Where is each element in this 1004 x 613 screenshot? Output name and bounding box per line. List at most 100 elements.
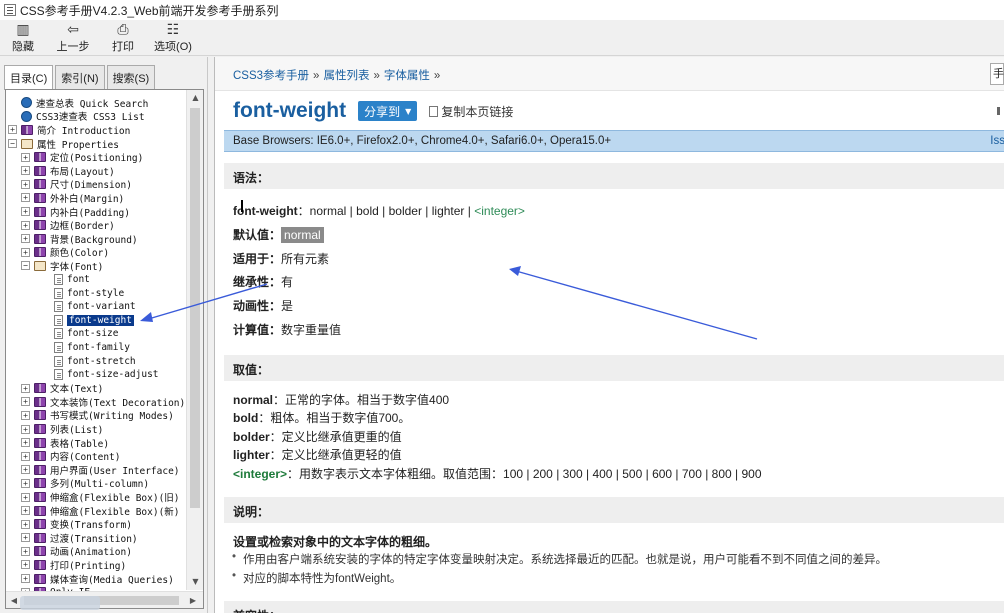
tab-search[interactable]: 搜索(S)	[106, 65, 156, 89]
expand-icon[interactable]: +	[21, 397, 30, 407]
breadcrumb-property-list[interactable]: 属性列表	[323, 70, 369, 82]
book-icon	[34, 519, 46, 530]
scroll-down-icon[interactable]: ▼	[187, 574, 203, 590]
notes-heading: 说明：	[224, 497, 1004, 523]
scroll-right-icon[interactable]: ▶	[185, 592, 201, 608]
tree-item-writing-modes[interactable]: + 书写模式(Writing Modes)	[8, 409, 186, 422]
tree-item-css3-list[interactable]: CSS3速查表 CSS3 List	[8, 110, 186, 123]
book-icon	[21, 124, 33, 135]
tree-item-font-family[interactable]: font-family	[8, 341, 186, 355]
expand-icon[interactable]: +	[21, 519, 30, 529]
expand-icon[interactable]: +	[21, 438, 30, 448]
tree-item-content[interactable]: + 内容(Content)	[8, 449, 186, 463]
expand-icon[interactable]: +	[21, 179, 30, 189]
expand-icon[interactable]: +	[21, 506, 30, 516]
breadcrumb-font-properties[interactable]: 字体属性	[384, 70, 430, 82]
edge-mark	[997, 107, 1000, 115]
tab-index[interactable]: 索引(N)	[55, 65, 105, 89]
tree-item-list[interactable]: + 列表(List)	[8, 422, 186, 436]
options-button[interactable]: ☷ 选项(O)	[154, 20, 192, 55]
expand-icon[interactable]: +	[21, 533, 30, 543]
expand-icon[interactable]: +	[21, 410, 30, 420]
expand-icon[interactable]: +	[21, 560, 30, 570]
expand-icon[interactable]: +	[21, 478, 30, 488]
scroll-thumb[interactable]	[190, 108, 200, 508]
tree-item-transition[interactable]: + 过渡(Transition)	[8, 531, 186, 545]
tree-item-flexbox-new[interactable]: + 伸缩盒(Flexible Box)(新)	[8, 504, 186, 518]
collapse-icon[interactable]: −	[8, 139, 17, 149]
integer-link[interactable]: <integer>	[474, 204, 525, 218]
value-bolder: bolder：定义比继承值更重的值	[233, 430, 402, 444]
tree-item-font[interactable]: font	[8, 273, 186, 287]
tree-item-font-group[interactable]: − 字体(Font)	[8, 259, 186, 273]
text-cursor-icon	[241, 200, 243, 212]
expand-icon[interactable]: +	[21, 383, 30, 393]
tree-item-user-interface[interactable]: + 用户界面(User Interface)	[8, 463, 186, 477]
chevron-down-icon: ▼	[405, 106, 412, 116]
expand-icon[interactable]: +	[21, 207, 30, 217]
hide-button[interactable]: ▥ 隐藏	[4, 20, 42, 55]
tree-item-printing[interactable]: + 打印(Printing)	[8, 558, 186, 572]
tab-contents[interactable]: 目录(C)	[4, 65, 54, 90]
tree-item-border[interactable]: + 边框(Border)	[8, 218, 186, 232]
expand-icon[interactable]: +	[21, 247, 30, 257]
tree-item-intro[interactable]: + 简介 Introduction	[8, 123, 186, 137]
default-value-line: 默认值： normal	[233, 226, 324, 243]
collapse-icon[interactable]: −	[21, 261, 30, 271]
expand-icon[interactable]: +	[21, 424, 30, 434]
tree-item-color[interactable]: + 颜色(Color)	[8, 246, 186, 259]
page-icon	[54, 341, 63, 353]
tree-item-dimension[interactable]: + 尺寸(Dimension)	[8, 178, 186, 191]
tree-item-flexbox-old[interactable]: + 伸缩盒(Flexible Box)(旧)	[8, 490, 186, 504]
tree-item-animation[interactable]: + 动画(Animation)	[8, 545, 186, 558]
issues-link[interactable]: Iss	[990, 135, 1004, 147]
expand-icon[interactable]: +	[21, 451, 30, 461]
expand-icon[interactable]: +	[21, 546, 30, 556]
expand-icon[interactable]: +	[21, 166, 30, 176]
tree-item-quick-search[interactable]: 速查总表 Quick Search	[8, 96, 186, 110]
expand-icon[interactable]: +	[21, 193, 30, 203]
tree-item-font-style[interactable]: font-style	[8, 286, 186, 300]
tree-item-font-stretch[interactable]: font-stretch	[8, 354, 186, 368]
value-integer: <integer>：用数字表示文本字体粗细。取值范围：100 | 200 | 3…	[233, 467, 762, 481]
scroll-up-icon[interactable]: ▲	[187, 90, 203, 106]
tree-item-font-size-adjust[interactable]: font-size-adjust	[8, 368, 186, 382]
tree-item-table[interactable]: + 表格(Table)	[8, 436, 186, 450]
breadcrumb-css3-manual[interactable]: CSS3参考手册	[233, 70, 309, 82]
search-box-edge[interactable]: 手	[990, 63, 1004, 85]
book-icon	[34, 396, 46, 407]
tree-item-text-decoration[interactable]: + 文本装饰(Text Decoration)	[8, 395, 186, 409]
tree-item-positioning[interactable]: + 定位(Positioning)	[8, 150, 186, 164]
expand-icon[interactable]: +	[21, 234, 30, 244]
print-button[interactable]: ⎙ 打印	[104, 20, 142, 55]
tree-item-transform[interactable]: + 变换(Transform)	[8, 517, 186, 531]
expand-icon[interactable]: +	[21, 465, 30, 475]
expand-icon[interactable]: +	[21, 220, 30, 230]
tree-item-padding[interactable]: + 内补白(Padding)	[8, 205, 186, 219]
expand-icon[interactable]: +	[21, 152, 30, 162]
tree-item-media-queries[interactable]: + 媒体查询(Media Queries)	[8, 572, 186, 586]
expand-icon[interactable]: +	[21, 492, 30, 502]
tree-item-layout[interactable]: + 布局(Layout)	[8, 164, 186, 178]
book-icon	[34, 233, 46, 244]
tree-item-font-weight[interactable]: font-weight	[8, 314, 186, 328]
expand-icon[interactable]: +	[8, 125, 17, 135]
browser-support-text: Base Browsers: IE6.0+, Firefox2.0+, Chro…	[233, 135, 612, 147]
tree-item-multi-column[interactable]: + 多列(Multi-column)	[8, 477, 186, 490]
book-icon	[34, 559, 46, 570]
expand-icon[interactable]: +	[21, 574, 30, 584]
tree-item-properties[interactable]: − 属性 Properties	[8, 137, 186, 151]
page-icon	[54, 328, 63, 340]
share-button[interactable]: 分享到 ▼	[358, 101, 418, 121]
tree-item-text[interactable]: + 文本(Text)	[8, 381, 186, 395]
syntax-line: font-weight：normal | bold | bolder | lig…	[233, 204, 525, 218]
back-button[interactable]: ⇦ 上一步	[54, 20, 92, 55]
tree-item-background[interactable]: + 背景(Background)	[8, 232, 186, 246]
hide-label: 隐藏	[12, 40, 34, 53]
tree-list: 速查总表 Quick Search CSS3速查表 CSS3 List + 简介 …	[8, 96, 186, 599]
tree-item-margin[interactable]: + 外补白(Margin)	[8, 191, 186, 205]
tree-vertical-scrollbar[interactable]: ▲ ▼	[186, 90, 203, 590]
tree-item-font-variant[interactable]: font-variant	[8, 300, 186, 314]
copy-link-button[interactable]: 复制本页链接	[429, 103, 513, 120]
tree-item-font-size[interactable]: font-size	[8, 327, 186, 341]
